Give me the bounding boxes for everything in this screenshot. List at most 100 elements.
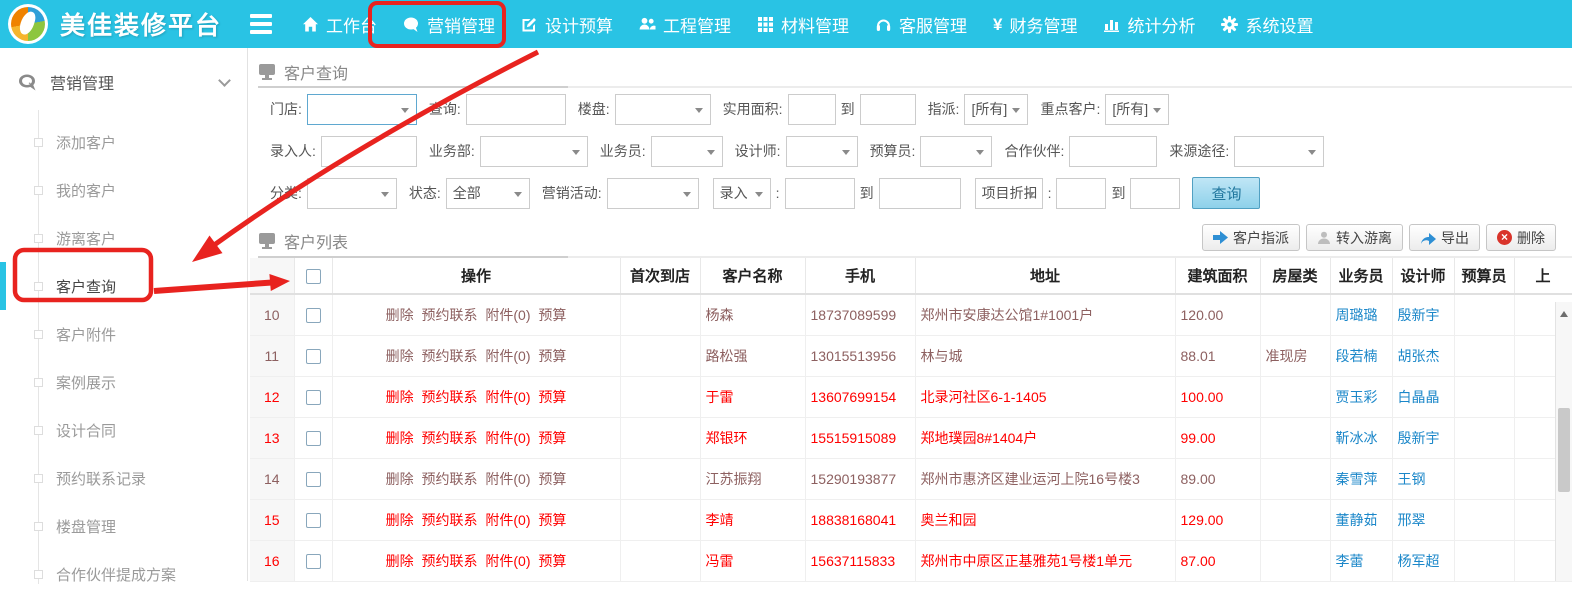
row-action-link[interactable]: 预约联系	[421, 471, 477, 487]
row-action-link[interactable]: 删除	[386, 389, 414, 405]
keyword-input[interactable]	[466, 94, 566, 125]
select-all-checkbox[interactable]	[306, 269, 321, 284]
building-select[interactable]	[615, 94, 711, 125]
delete-button[interactable]: × 删除	[1486, 224, 1556, 251]
usable-area-to-input[interactable]	[860, 94, 916, 125]
designer-link[interactable]: 胡张杰	[1398, 348, 1440, 364]
usable-area-from-input[interactable]	[788, 94, 836, 125]
move-to-free-button[interactable]: 转入游离	[1306, 224, 1403, 251]
nav-item-engineering[interactable]: 工程管理	[639, 12, 731, 37]
row-action-link[interactable]: 预约联系	[421, 512, 477, 528]
row-action-link[interactable]: 预算	[538, 512, 566, 528]
designer-link[interactable]: 白晶晶	[1398, 389, 1440, 405]
status-select[interactable]: 全部	[446, 178, 530, 209]
sidebar-item-appointment-records[interactable]: 预约联系记录	[0, 454, 247, 502]
salesman-select[interactable]	[651, 136, 723, 167]
sidebar-item-design-contract[interactable]: 设计合同	[0, 406, 247, 454]
key-customer-select[interactable]: [所有]	[1105, 94, 1169, 125]
designer-link[interactable]: 殷新宇	[1398, 307, 1440, 323]
sidebar-item-partner-commission[interactable]: 合作伙伴提成方案	[0, 550, 247, 598]
row-checkbox[interactable]	[306, 390, 321, 405]
scrollbar-up-arrow[interactable]	[1556, 302, 1572, 319]
row-action-link[interactable]: 删除	[386, 471, 414, 487]
row-action-link[interactable]: 附件(0)	[485, 512, 530, 528]
row-checkbox[interactable]	[306, 472, 321, 487]
salesman-link[interactable]: 靳冰冰	[1336, 430, 1378, 446]
row-action-link[interactable]: 预算	[538, 348, 566, 364]
row-checkbox[interactable]	[306, 513, 321, 528]
row-checkbox[interactable]	[306, 431, 321, 446]
source-select[interactable]	[1234, 136, 1324, 167]
row-action-link[interactable]: 附件(0)	[485, 471, 530, 487]
campaign-select[interactable]	[607, 178, 699, 209]
row-checkbox[interactable]	[306, 308, 321, 323]
row-action-link[interactable]: 附件(0)	[485, 553, 530, 569]
sales-dept-select[interactable]	[480, 136, 588, 167]
nav-item-materials[interactable]: 材料管理	[757, 12, 849, 37]
designer-link[interactable]: 殷新宇	[1398, 430, 1440, 446]
sidebar-item-case-showcase[interactable]: 案例展示	[0, 358, 247, 406]
row-action-link[interactable]: 删除	[386, 307, 414, 323]
row-action-link[interactable]: 预约联系	[421, 307, 477, 323]
scrollbar-thumb[interactable]	[1558, 408, 1570, 492]
sidebar-section-marketing[interactable]: 营销管理	[0, 48, 247, 106]
salesman-link[interactable]: 秦雪萍	[1336, 471, 1378, 487]
nav-item-finance[interactable]: ¥ 财务管理	[993, 12, 1077, 37]
discount-to-input[interactable]	[1130, 178, 1180, 209]
search-button[interactable]: 查询	[1192, 177, 1260, 209]
row-action-link[interactable]: 删除	[386, 348, 414, 364]
assign-customer-button[interactable]: 客户指派	[1202, 224, 1300, 251]
date-type-select[interactable]: 录入	[713, 178, 771, 209]
row-action-link[interactable]: 附件(0)	[485, 430, 530, 446]
sidebar-item-free-customers[interactable]: 游离客户	[0, 214, 247, 262]
row-action-link[interactable]: 附件(0)	[485, 307, 530, 323]
row-action-link[interactable]: 删除	[386, 512, 414, 528]
row-action-link[interactable]: 预算	[538, 430, 566, 446]
partner-input[interactable]	[1069, 136, 1157, 167]
designer-select[interactable]	[786, 136, 858, 167]
row-action-link[interactable]: 删除	[386, 430, 414, 446]
designer-link[interactable]: 邢翠	[1398, 512, 1426, 528]
sidebar-item-my-customers[interactable]: 我的客户	[0, 166, 247, 214]
nav-item-workbench[interactable]: 工作台	[302, 12, 377, 37]
designer-link[interactable]: 杨军超	[1398, 553, 1440, 569]
salesman-link[interactable]: 段若楠	[1336, 348, 1378, 364]
date-from-input[interactable]	[785, 178, 855, 209]
nav-item-design-budget[interactable]: 设计预算	[521, 12, 613, 37]
row-action-link[interactable]: 附件(0)	[485, 389, 530, 405]
row-checkbox[interactable]	[306, 554, 321, 569]
row-action-link[interactable]: 预算	[538, 553, 566, 569]
row-action-link[interactable]: 预算	[538, 389, 566, 405]
nav-item-statistics[interactable]: 统计分析	[1103, 12, 1195, 37]
row-action-link[interactable]: 删除	[386, 553, 414, 569]
row-action-link[interactable]: 预约联系	[421, 348, 477, 364]
discount-select[interactable]: 项目折扣	[975, 178, 1043, 209]
sidebar-item-customer-query[interactable]: 客户查询	[0, 262, 247, 310]
designer-link[interactable]: 王钢	[1398, 471, 1426, 487]
row-action-link[interactable]: 预约联系	[421, 430, 477, 446]
sidebar-item-add-customer[interactable]: 添加客户	[0, 118, 247, 166]
salesman-link[interactable]: 贾玉彩	[1336, 389, 1378, 405]
budgeter-select[interactable]	[920, 136, 992, 167]
salesman-link[interactable]: 李蕾	[1336, 553, 1364, 569]
row-action-link[interactable]: 预约联系	[421, 553, 477, 569]
discount-from-input[interactable]	[1056, 178, 1106, 209]
nav-item-customer-service[interactable]: 客服管理	[875, 12, 967, 37]
entry-person-input[interactable]	[321, 136, 417, 167]
nav-item-marketing[interactable]: 营销管理	[403, 12, 495, 37]
row-checkbox[interactable]	[306, 349, 321, 364]
row-action-link[interactable]: 预算	[538, 471, 566, 487]
sidebar-item-customer-attachments[interactable]: 客户附件	[0, 310, 247, 358]
assign-select[interactable]: [所有]	[964, 94, 1028, 125]
table-scrollbar[interactable]	[1555, 302, 1572, 581]
date-to-input[interactable]	[879, 178, 961, 209]
row-action-link[interactable]: 预算	[538, 307, 566, 323]
row-action-link[interactable]: 预约联系	[421, 389, 477, 405]
hamburger-menu-icon[interactable]	[250, 14, 272, 34]
sidebar-item-building-management[interactable]: 楼盘管理	[0, 502, 247, 550]
category-select[interactable]	[307, 178, 397, 209]
export-button[interactable]: 导出	[1409, 224, 1480, 251]
nav-item-settings[interactable]: 系统设置	[1221, 12, 1313, 37]
store-select[interactable]	[307, 94, 417, 125]
salesman-link[interactable]: 董静茹	[1336, 512, 1378, 528]
